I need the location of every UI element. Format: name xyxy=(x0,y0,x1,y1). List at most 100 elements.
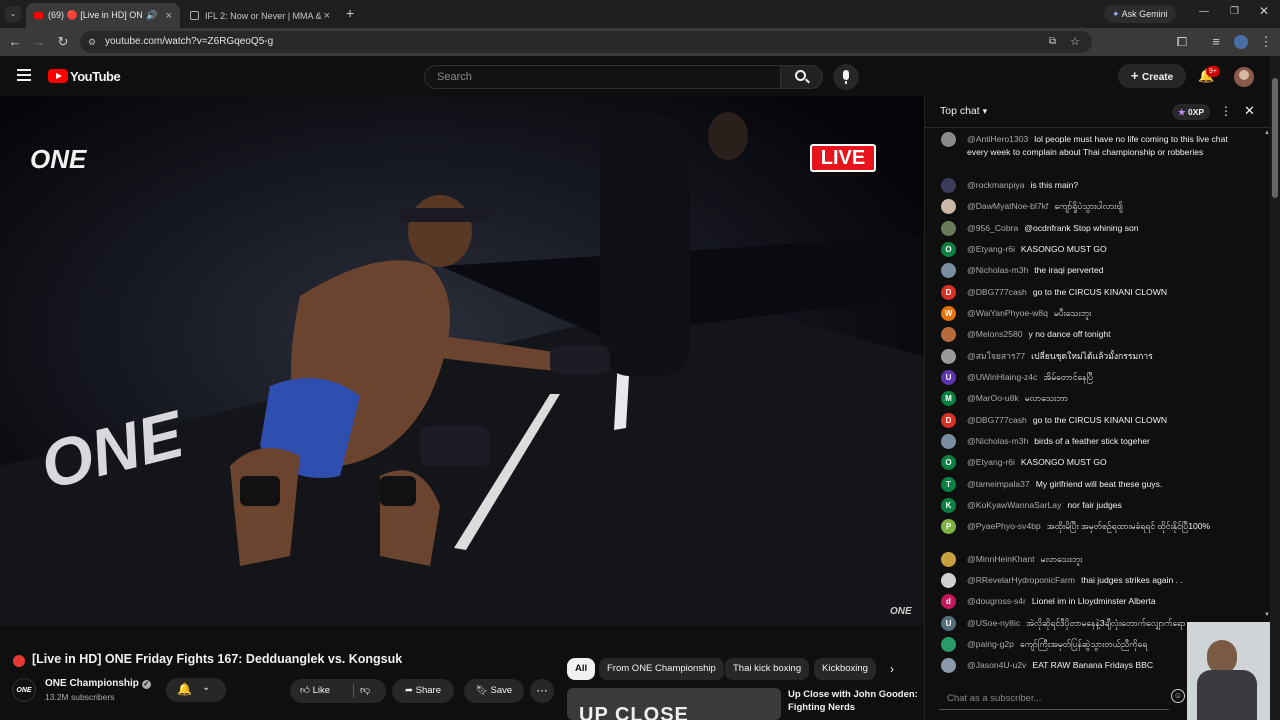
chip-all[interactable]: All xyxy=(567,658,596,680)
share-button[interactable]: ➦ Share xyxy=(392,679,454,703)
forward-arrow-icon[interactable]: → xyxy=(31,34,47,50)
chat-author-name[interactable]: @UWinHlaing-z4c xyxy=(967,372,1037,382)
chat-author-name[interactable]: @paing-g2p xyxy=(967,639,1014,649)
chat-author-avatar[interactable]: U xyxy=(941,616,956,631)
youtube-logo[interactable]: YouTube xyxy=(48,68,121,84)
chat-author-avatar[interactable]: P xyxy=(941,519,956,534)
thumbs-down-icon[interactable]: 👎︎ xyxy=(360,679,370,703)
chat-author-name[interactable]: @สมใจยสาร77 xyxy=(967,351,1025,361)
chat-author-name[interactable]: @USoe-ny8ic xyxy=(967,618,1020,628)
back-arrow-icon[interactable]: ← xyxy=(7,34,23,50)
minimize-window-icon[interactable]: — xyxy=(1199,6,1209,17)
chat-author-avatar[interactable] xyxy=(941,434,956,449)
speaker-icon[interactable]: 🔊 xyxy=(146,10,157,21)
like-button[interactable]: 👍︎ Like xyxy=(300,679,330,703)
search-input[interactable]: Search xyxy=(424,65,781,89)
tab-search-button[interactable]: ⌄ xyxy=(5,6,21,22)
hamburger-menu-icon[interactable] xyxy=(17,69,31,81)
chat-author-name[interactable]: @Nicholas-m3h xyxy=(967,265,1028,275)
emoji-picker-icon[interactable]: ☺ xyxy=(1171,689,1185,703)
chat-author-name[interactable]: @RRevelarHydroponicFarm xyxy=(967,575,1075,585)
chat-author-name[interactable]: @DBG777cash xyxy=(967,415,1027,425)
chat-author-avatar[interactable] xyxy=(941,178,956,193)
chip-thai-kick-boxing[interactable]: Thai kick boxing xyxy=(725,658,810,680)
chat-author-name[interactable]: @Etyang-r6i xyxy=(967,244,1015,254)
chat-author-avatar[interactable]: D xyxy=(941,413,956,428)
create-button[interactable]: + Create xyxy=(1118,64,1186,88)
chat-author-avatar[interactable] xyxy=(941,349,956,364)
chat-author-name[interactable]: @dougross-s4r xyxy=(967,596,1026,606)
ask-gemini-button[interactable]: ✦ Ask Gemini xyxy=(1104,5,1176,23)
chat-input[interactable]: Chat as a subscriber... xyxy=(939,688,1169,710)
chat-scrollbar[interactable]: ▲ ▼ xyxy=(1264,130,1270,620)
chat-author-avatar[interactable] xyxy=(941,221,956,236)
chip-from-one-championship[interactable]: From ONE Championship xyxy=(599,658,724,680)
bookmark-star-icon[interactable]: ☆ xyxy=(1070,31,1080,53)
chat-author-avatar[interactable]: d xyxy=(941,594,956,609)
chat-author-name[interactable]: @Nicholas-m3h xyxy=(967,436,1028,446)
chat-author-avatar[interactable]: K xyxy=(941,498,956,513)
chat-author-name[interactable]: @Etyang-r6i xyxy=(967,457,1015,467)
chat-author-name[interactable]: @KoKyawWannaSarLay xyxy=(967,500,1061,510)
browser-menu-icon[interactable]: ⋮ xyxy=(1258,34,1274,50)
chat-author-name[interactable]: @WaiYanPhyoe-w8q xyxy=(967,308,1048,318)
close-window-icon[interactable]: ✕ xyxy=(1259,4,1269,18)
chat-author-name[interactable]: @rockmanpiya xyxy=(967,180,1024,190)
chat-author-avatar[interactable] xyxy=(941,658,956,673)
xp-badge[interactable]: ★ 0XP xyxy=(1172,104,1211,120)
chat-author-avatar[interactable]: O xyxy=(941,455,956,470)
subscribed-bell-button[interactable]: 🔔 ⌄ xyxy=(166,678,226,702)
browser-tab-ifl[interactable]: IFL 2: Now or Never | MMA & M × xyxy=(182,3,338,28)
close-chat-icon[interactable]: ✕ xyxy=(1244,103,1255,119)
reading-list-icon[interactable]: ≡ xyxy=(1208,34,1224,50)
video-player[interactable]: ONE ONE LIVE ONE xyxy=(0,96,924,626)
channel-name[interactable]: ONE Championship ✓ xyxy=(45,678,151,689)
restore-window-icon[interactable]: ❐ xyxy=(1230,6,1239,17)
channel-avatar[interactable]: ONE xyxy=(12,678,36,702)
chat-author-name[interactable]: @DBG777cash xyxy=(967,287,1027,297)
chat-author-avatar[interactable] xyxy=(941,637,956,652)
chat-author-avatar[interactable]: T xyxy=(941,477,956,492)
chat-author-name[interactable]: @MinnHeinKhant xyxy=(967,554,1034,564)
reload-icon[interactable]: ↻ xyxy=(55,34,71,50)
account-avatar[interactable] xyxy=(1234,67,1254,87)
page-scrollbar[interactable] xyxy=(1270,56,1280,720)
close-tab-icon[interactable]: × xyxy=(324,10,330,22)
new-tab-button[interactable]: + xyxy=(346,5,354,21)
voice-search-button[interactable] xyxy=(833,64,859,90)
chat-author-avatar[interactable] xyxy=(941,263,956,278)
url-field[interactable]: ⚙ youtube.com/watch?v=Z6RGqeoQ5-g ⧉ ☆ xyxy=(80,31,1092,53)
chat-author-avatar[interactable] xyxy=(941,327,956,342)
chips-next-chevron-icon[interactable]: › xyxy=(890,662,894,676)
chat-author-avatar[interactable] xyxy=(941,199,956,214)
chat-author-name[interactable]: @Jason4U-u2v xyxy=(967,660,1026,670)
chat-more-options-icon[interactable]: ⋮ xyxy=(1220,104,1232,118)
chat-author-avatar[interactable]: M xyxy=(941,391,956,406)
recommendation-title[interactable]: Up Close with John Gooden: Fighting Nerd… xyxy=(788,688,918,714)
chat-author-avatar[interactable]: O xyxy=(941,242,956,257)
browser-tab-youtube[interactable]: (69) 🔴 [Live in HD] ONE F 🔊 × xyxy=(26,3,180,28)
chat-author-avatar[interactable]: W xyxy=(941,306,956,321)
chat-author-name[interactable]: @tameimpala37 xyxy=(967,479,1030,489)
chat-author-avatar[interactable]: U xyxy=(941,370,956,385)
chat-author-name[interactable]: @PyaePhyo-sv4bp xyxy=(967,521,1041,531)
save-button[interactable]: 🔖︎ Save xyxy=(464,679,524,703)
recommendation-thumbnail[interactable]: UP CLOSE xyxy=(567,688,781,720)
close-tab-icon[interactable]: × xyxy=(166,10,172,22)
chat-author-avatar[interactable]: D xyxy=(941,285,956,300)
site-info-icon[interactable]: ⚙ xyxy=(88,31,96,53)
chat-author-avatar[interactable] xyxy=(941,573,956,588)
chat-author-name[interactable]: @Melons2580 xyxy=(967,329,1023,339)
search-button[interactable] xyxy=(781,65,823,89)
chat-author-name[interactable]: @DawMyatNoe-bl7kf xyxy=(967,201,1048,211)
install-app-icon[interactable]: ⧉ xyxy=(1049,31,1056,53)
chat-author-name[interactable]: @AntiHero1303 xyxy=(967,134,1028,144)
chip-kickboxing[interactable]: Kickboxing xyxy=(814,658,876,680)
chat-author-avatar[interactable] xyxy=(941,552,956,567)
chat-author-name[interactable]: @956_Cobra xyxy=(967,223,1018,233)
profile-avatar-icon[interactable] xyxy=(1234,35,1248,49)
extensions-icon[interactable]: ⧠ xyxy=(1174,34,1190,50)
chat-author-name[interactable]: @MarOo-u8k xyxy=(967,393,1019,403)
more-actions-button[interactable]: ⋯ xyxy=(530,679,554,703)
chat-mode-dropdown[interactable]: Top chat ▾ xyxy=(940,105,987,117)
